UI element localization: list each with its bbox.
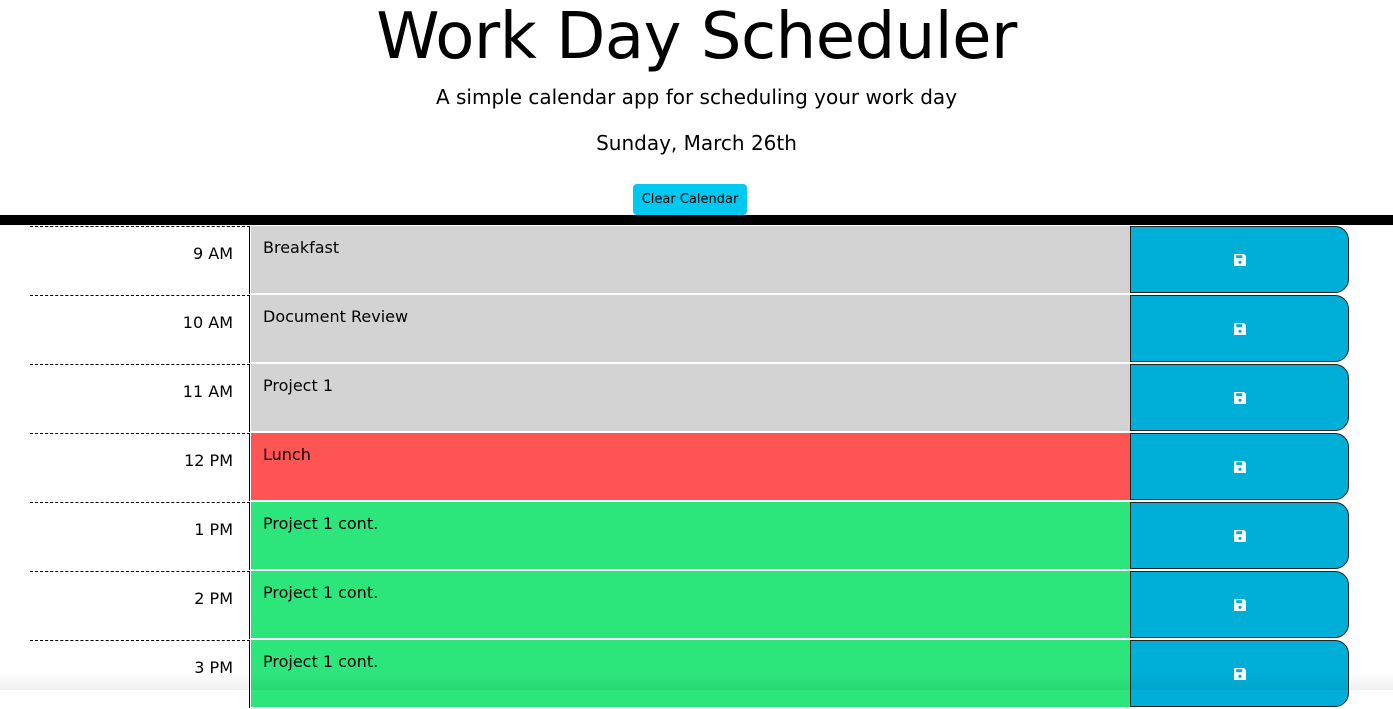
page-title: Work Day Scheduler bbox=[0, 0, 1393, 74]
floppy-disk-icon bbox=[1233, 391, 1247, 405]
current-day: Sunday, March 26th bbox=[0, 130, 1393, 156]
page-subtitle: A simple calendar app for scheduling you… bbox=[0, 84, 1393, 110]
save-button[interactable] bbox=[1130, 502, 1349, 569]
floppy-disk-icon bbox=[1233, 322, 1247, 336]
header-divider bbox=[0, 215, 1393, 225]
hour-label: 1 PM bbox=[30, 502, 250, 570]
hour-label: 2 PM bbox=[30, 571, 250, 639]
time-block: 3 PM Project 1 cont. bbox=[30, 640, 1350, 709]
save-button[interactable] bbox=[1130, 295, 1349, 362]
event-description[interactable]: Project 1 bbox=[251, 364, 1130, 432]
event-description[interactable]: Project 1 cont. bbox=[251, 571, 1130, 639]
hour-label: 11 AM bbox=[30, 364, 250, 432]
time-block: 11 AM Project 1 bbox=[30, 364, 1350, 433]
hour-label: 10 AM bbox=[30, 295, 250, 363]
save-button[interactable] bbox=[1130, 640, 1349, 707]
event-description[interactable]: Lunch bbox=[251, 433, 1130, 501]
time-blocks-container: 9 AM Breakfast 10 AM Document Review 11 … bbox=[30, 226, 1350, 709]
floppy-disk-icon bbox=[1233, 598, 1247, 612]
header: Work Day Scheduler A simple calendar app… bbox=[0, 0, 1393, 216]
floppy-disk-icon bbox=[1233, 529, 1247, 543]
hour-label: 3 PM bbox=[30, 640, 250, 708]
hour-label: 12 PM bbox=[30, 433, 250, 501]
save-button[interactable] bbox=[1130, 364, 1349, 431]
hour-label: 9 AM bbox=[30, 226, 250, 294]
event-description[interactable]: Project 1 cont. bbox=[251, 640, 1130, 708]
time-block: 12 PM Lunch bbox=[30, 433, 1350, 502]
event-description[interactable]: Document Review bbox=[251, 295, 1130, 363]
save-button[interactable] bbox=[1130, 433, 1349, 500]
floppy-disk-icon bbox=[1233, 667, 1247, 681]
time-block: 2 PM Project 1 cont. bbox=[30, 571, 1350, 640]
time-block: 9 AM Breakfast bbox=[30, 226, 1350, 295]
floppy-disk-icon bbox=[1233, 460, 1247, 474]
clear-calendar-button[interactable]: Clear Calendar bbox=[633, 184, 747, 215]
save-button[interactable] bbox=[1130, 226, 1349, 293]
time-block: 10 AM Document Review bbox=[30, 295, 1350, 364]
event-description[interactable]: Breakfast bbox=[251, 226, 1130, 294]
time-block: 1 PM Project 1 cont. bbox=[30, 502, 1350, 571]
event-description[interactable]: Project 1 cont. bbox=[251, 502, 1130, 570]
save-button[interactable] bbox=[1130, 571, 1349, 638]
floppy-disk-icon bbox=[1233, 253, 1247, 267]
